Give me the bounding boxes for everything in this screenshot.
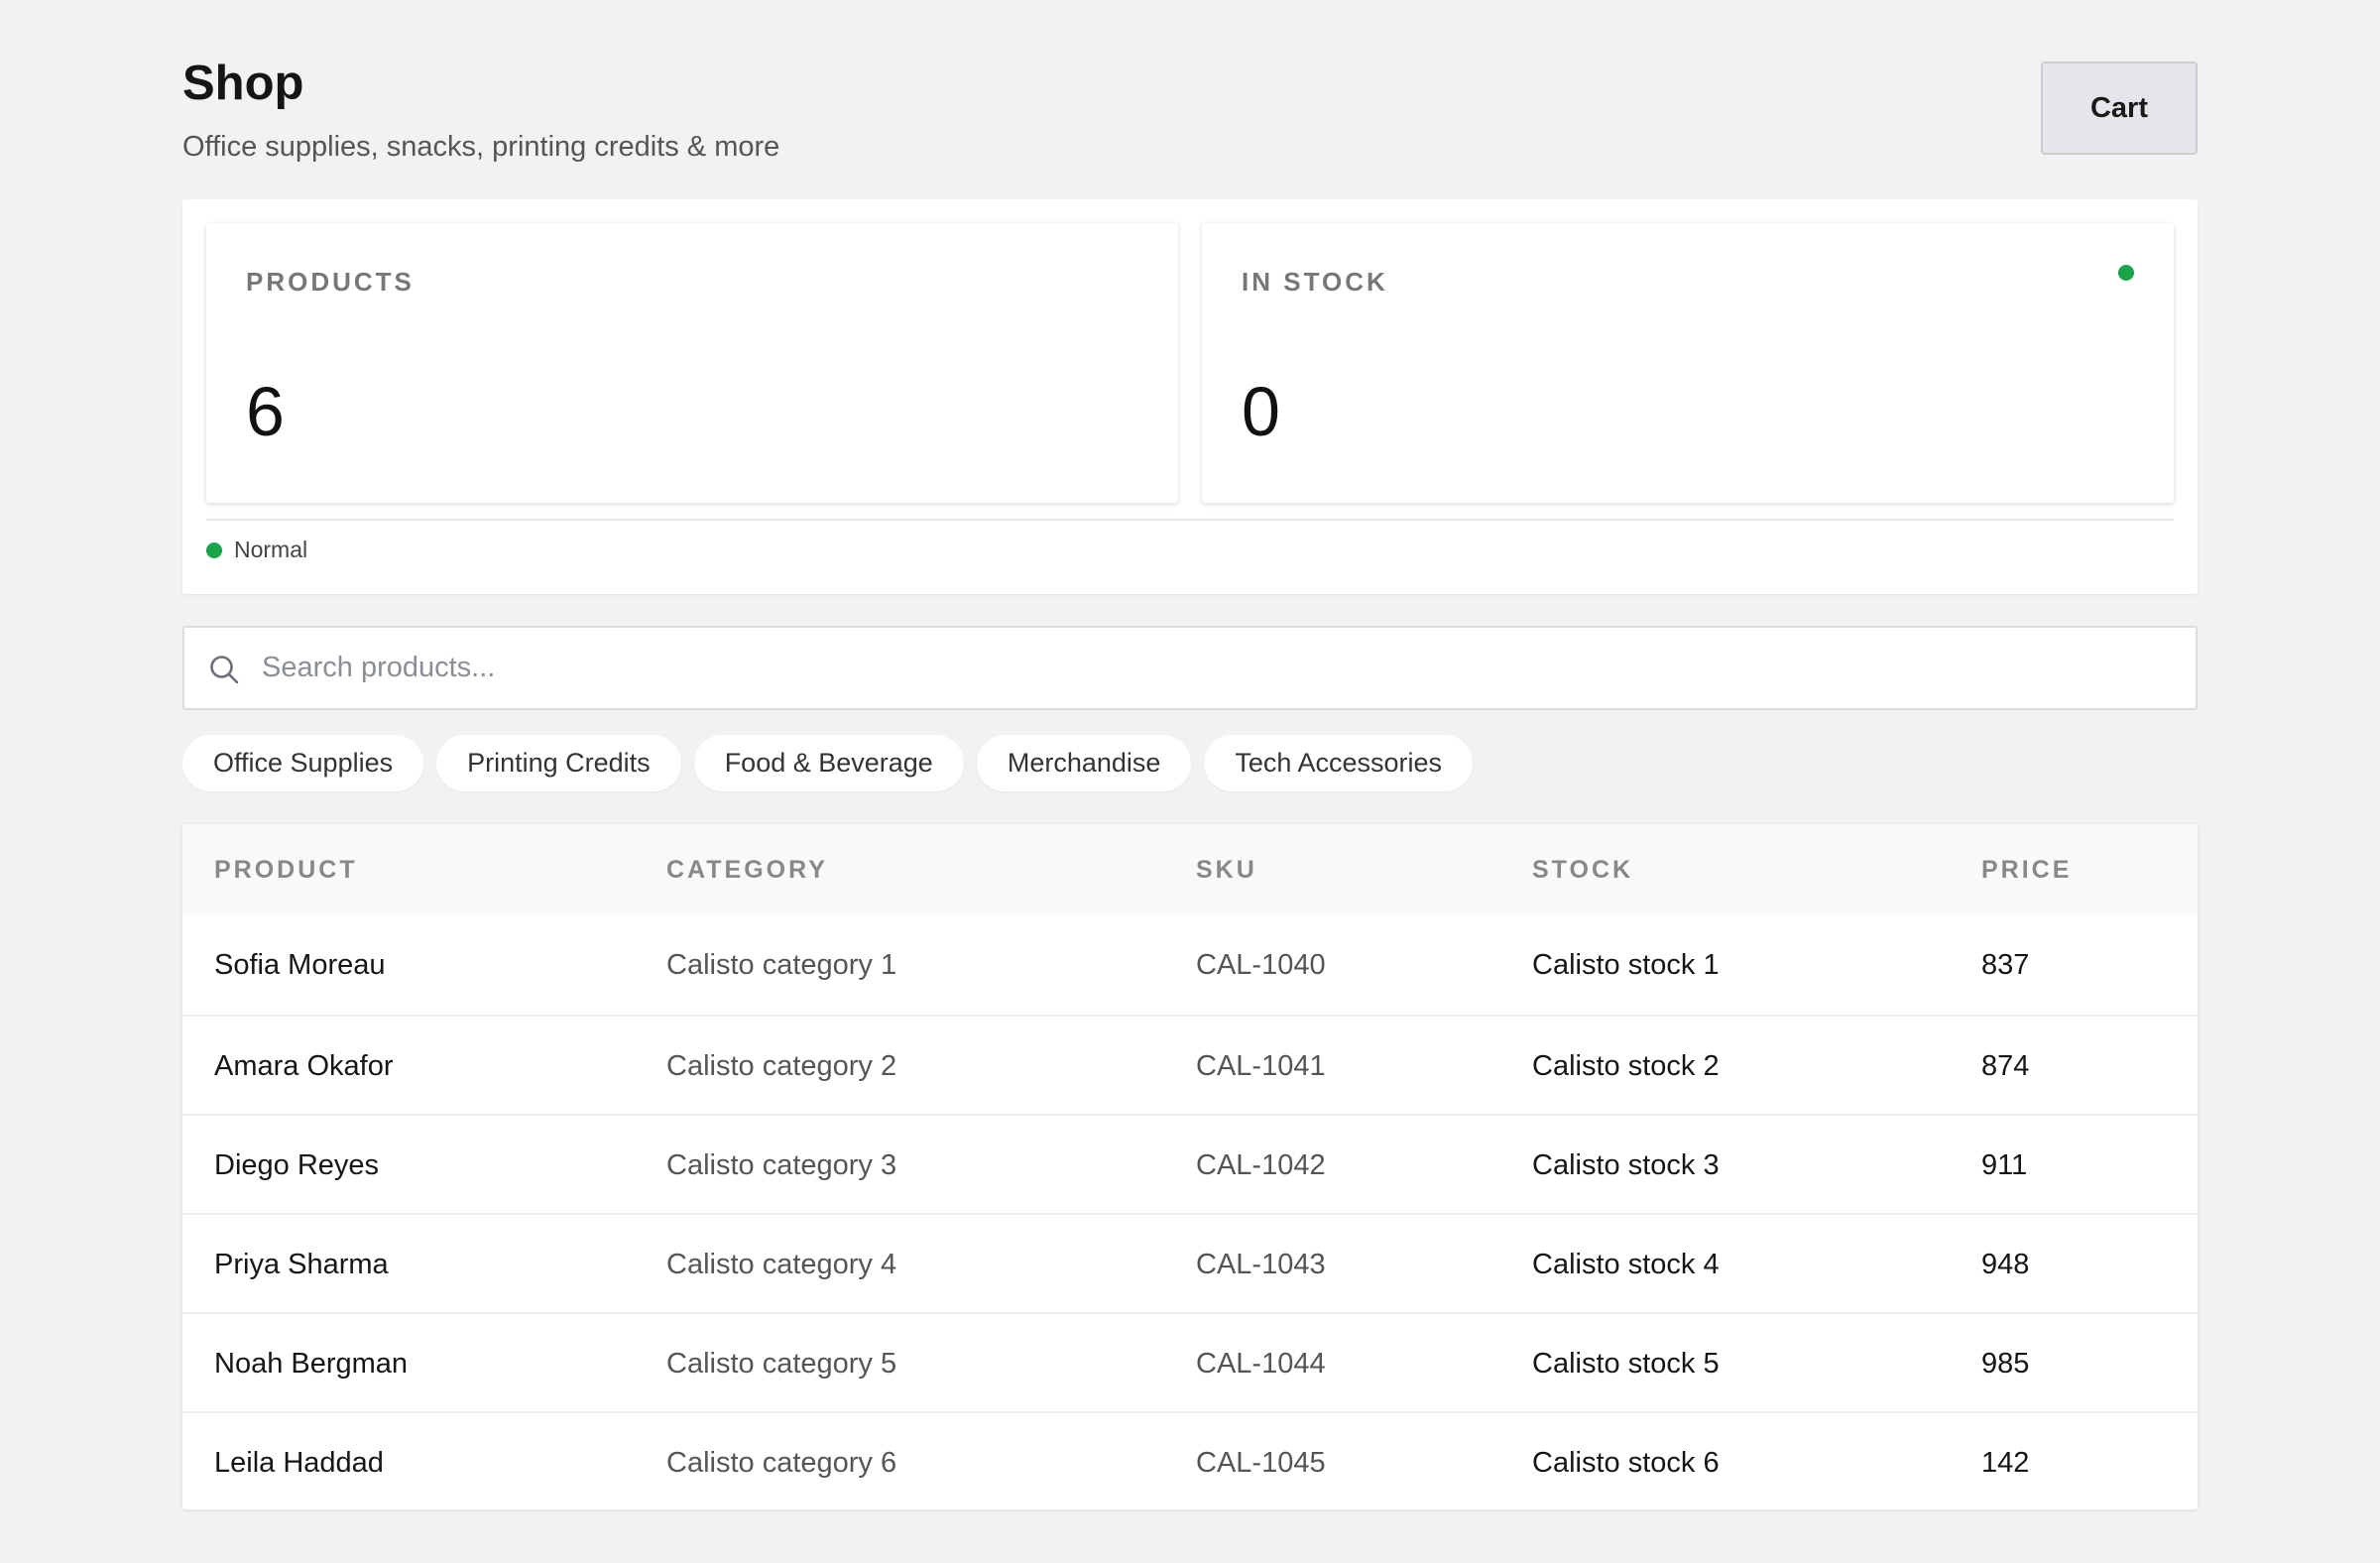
cell-stock: Calisto stock 3 xyxy=(1532,1149,1720,1181)
search-input[interactable] xyxy=(262,628,2176,708)
column-header-price[interactable]: PRICE xyxy=(1981,856,2072,885)
in-stock-stat-label: IN STOCK xyxy=(1242,267,1388,297)
status-text: Normal xyxy=(234,537,308,562)
cell-price: 948 xyxy=(1981,1249,2030,1280)
table-row[interactable]: Amara Okafor Calisto category 2 CAL-1041… xyxy=(182,1015,2198,1114)
products-stat-label: PRODUCTS xyxy=(246,267,415,297)
cell-sku: CAL-1045 xyxy=(1196,1447,1326,1479)
cell-stock: Calisto stock 1 xyxy=(1532,949,1720,981)
cell-product: Amara Okafor xyxy=(214,1050,394,1082)
page-header: Shop Office supplies, snacks, printing c… xyxy=(182,0,2198,198)
search-box xyxy=(182,626,2198,710)
products-table: PRODUCT CATEGORY SKU STOCK PRICE Sofia M… xyxy=(182,824,2198,1509)
table-row[interactable]: Sofia Moreau Calisto category 1 CAL-1040… xyxy=(182,915,2198,1015)
page-title: Shop xyxy=(182,57,304,110)
cell-sku: CAL-1042 xyxy=(1196,1149,1326,1181)
stats-panel: PRODUCTS 6 IN STOCK 0 Normal xyxy=(182,199,2198,594)
table-body: Sofia Moreau Calisto category 1 CAL-1040… xyxy=(182,915,2198,1509)
status-row: Normal xyxy=(206,537,307,563)
cell-category: Calisto category 6 xyxy=(666,1447,897,1479)
category-filter-chips: Office Supplies Printing Credits Food & … xyxy=(182,735,1473,791)
table-row[interactable]: Noah Bergman Calisto category 5 CAL-1044… xyxy=(182,1312,2198,1411)
cell-sku: CAL-1043 xyxy=(1196,1249,1326,1280)
chip-printing-credits[interactable]: Printing Credits xyxy=(436,735,681,791)
cell-sku: CAL-1040 xyxy=(1196,949,1326,981)
cell-stock: Calisto stock 6 xyxy=(1532,1447,1720,1479)
in-stock-stat-card: IN STOCK 0 xyxy=(1202,223,2174,503)
cell-price: 874 xyxy=(1981,1050,2030,1082)
chip-food-beverage[interactable]: Food & Beverage xyxy=(693,735,964,791)
cell-category: Calisto category 3 xyxy=(666,1149,897,1181)
cell-category: Calisto category 5 xyxy=(666,1348,897,1380)
in-stock-indicator-dot-icon xyxy=(2118,265,2134,281)
cell-stock: Calisto stock 4 xyxy=(1532,1249,1720,1280)
search-icon xyxy=(210,656,239,684)
table-row[interactable]: Priya Sharma Calisto category 4 CAL-1043… xyxy=(182,1213,2198,1312)
cell-category: Calisto category 2 xyxy=(666,1050,897,1082)
stats-divider xyxy=(206,519,2174,521)
status-dot-icon xyxy=(206,541,222,558)
table-row[interactable]: Diego Reyes Calisto category 3 CAL-1042 … xyxy=(182,1114,2198,1213)
products-stat-card: PRODUCTS 6 xyxy=(206,223,1178,503)
chip-office-supplies[interactable]: Office Supplies xyxy=(182,735,424,791)
column-header-stock[interactable]: STOCK xyxy=(1532,856,1633,885)
cell-stock: Calisto stock 2 xyxy=(1532,1050,1720,1082)
cart-button[interactable]: Cart xyxy=(2041,61,2198,155)
cell-price: 837 xyxy=(1981,949,2030,981)
cell-product: Sofia Moreau xyxy=(214,949,386,981)
cell-stock: Calisto stock 5 xyxy=(1532,1348,1720,1380)
cell-product: Noah Bergman xyxy=(214,1348,409,1380)
column-header-sku[interactable]: SKU xyxy=(1196,856,1257,885)
cell-product: Priya Sharma xyxy=(214,1249,389,1280)
cell-price: 911 xyxy=(1981,1149,2028,1181)
column-header-category[interactable]: CATEGORY xyxy=(666,856,828,885)
cell-price: 142 xyxy=(1981,1447,2030,1479)
cell-price: 985 xyxy=(1981,1348,2030,1380)
chip-tech-accessories[interactable]: Tech Accessories xyxy=(1204,735,1473,791)
page-container: Shop Office supplies, snacks, printing c… xyxy=(182,0,2198,1509)
chip-merchandise[interactable]: Merchandise xyxy=(976,735,1192,791)
cell-sku: CAL-1041 xyxy=(1196,1050,1326,1082)
cell-product: Leila Haddad xyxy=(214,1447,384,1479)
cell-category: Calisto category 4 xyxy=(666,1249,897,1280)
cell-sku: CAL-1044 xyxy=(1196,1348,1326,1380)
table-row[interactable]: Leila Haddad Calisto category 6 CAL-1045… xyxy=(182,1411,2198,1509)
cell-product: Diego Reyes xyxy=(214,1149,380,1181)
products-stat-value: 6 xyxy=(246,373,285,450)
page-subtitle: Office supplies, snacks, printing credit… xyxy=(182,131,780,163)
cell-category: Calisto category 1 xyxy=(666,949,897,981)
table-header: PRODUCT CATEGORY SKU STOCK PRICE xyxy=(182,824,2198,915)
in-stock-stat-value: 0 xyxy=(1242,373,1280,450)
column-header-product[interactable]: PRODUCT xyxy=(214,856,358,885)
